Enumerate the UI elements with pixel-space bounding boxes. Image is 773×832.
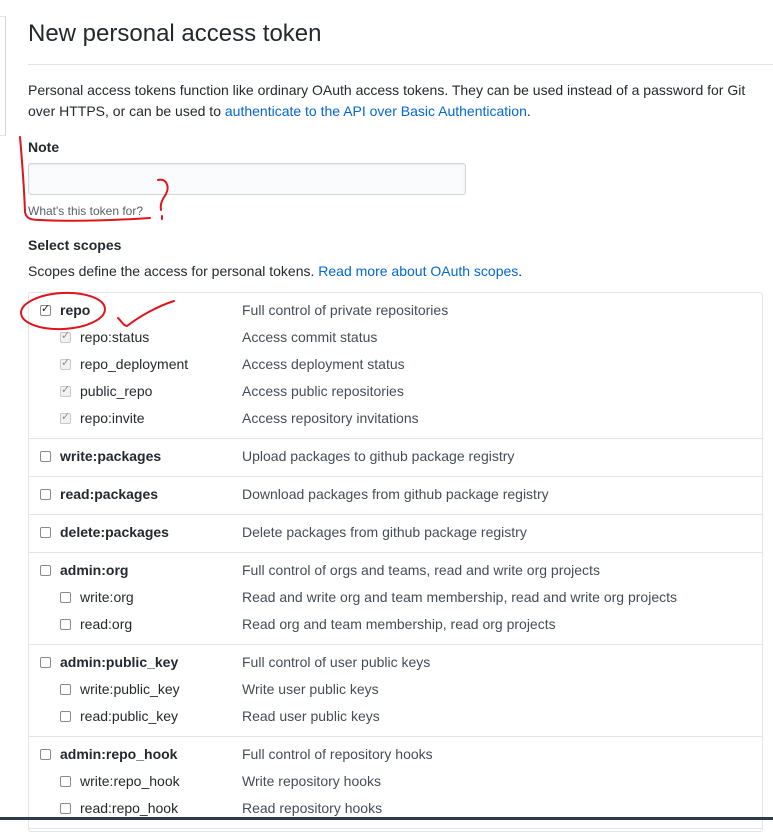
note-label: Note <box>28 139 60 155</box>
scope-group-delete-packages: delete:packages Delete packages from gith… <box>29 515 762 553</box>
settings-nav-edge <box>0 16 6 136</box>
scope-checkbox-read-repo-hook[interactable] <box>60 803 71 814</box>
scopes-description: Scopes define the access for personal to… <box>28 263 522 279</box>
scope-name[interactable]: repo <box>60 302 90 318</box>
scope-description: Delete packages from github package regi… <box>242 524 527 540</box>
scope-description: Full control of private repositories <box>242 302 449 318</box>
scope-subrow: write:repo_hook Write repository hooks <box>29 770 762 797</box>
scope-description: Full control of orgs and teams, read and… <box>242 562 600 578</box>
scope-checkbox-public-repo[interactable] <box>60 383 71 397</box>
title-divider <box>28 64 773 65</box>
scope-description: Access deployment status <box>242 356 405 372</box>
scope-name[interactable]: delete:packages <box>60 524 169 540</box>
scope-name[interactable]: read:public_key <box>80 708 178 724</box>
scope-description: Write user public keys <box>242 681 379 697</box>
scopes-list: repo Full control of private repositories… <box>28 292 763 832</box>
scope-description: Upload packages to github package regist… <box>242 448 515 464</box>
intro-end: . <box>526 103 531 119</box>
scope-group-read-packages: read:packages Download packages from gith… <box>29 477 762 515</box>
scope-name[interactable]: admin:org <box>60 562 128 578</box>
scopes-description-end: . <box>518 263 523 279</box>
page-title: New personal access token <box>28 20 322 47</box>
scope-description: Access commit status <box>242 329 378 345</box>
scope-checkbox-read-packages[interactable] <box>40 489 51 500</box>
scope-subrow: write:public_key Write user public keys <box>29 678 762 705</box>
scope-subrow: public_repo Access public repositories <box>29 380 762 407</box>
scope-name[interactable]: read:packages <box>60 486 158 502</box>
scope-description: Read repository hooks <box>242 800 383 816</box>
scope-name[interactable]: read:repo_hook <box>80 800 178 816</box>
scope-description: Access repository invitations <box>242 410 419 426</box>
scope-checkbox-read-public-key[interactable] <box>60 711 71 722</box>
scope-name[interactable]: admin:repo_hook <box>60 746 177 762</box>
scope-checkbox-write-repo-hook[interactable] <box>60 776 71 787</box>
scope-subrow: repo_deployment Access deployment status <box>29 353 762 380</box>
scope-group-admin-repo-hook: admin:repo_hook Full control of repositor… <box>29 737 762 829</box>
scope-description: Read org and team membership, read org p… <box>242 616 556 632</box>
intro-paragraph: Personal access tokens function like ord… <box>28 80 773 122</box>
scope-checkbox-admin-repo-hook[interactable] <box>40 749 51 760</box>
scope-checkbox-write-packages[interactable] <box>40 451 51 462</box>
scope-group-repo: repo Full control of private repositories… <box>29 293 762 439</box>
scope-row: delete:packages Delete packages from gith… <box>29 521 762 548</box>
scope-checkbox-repo[interactable] <box>40 302 51 316</box>
scope-name[interactable]: public_repo <box>80 383 152 399</box>
scope-checkbox-read-org[interactable] <box>60 619 71 630</box>
scope-name[interactable]: repo:status <box>80 329 149 345</box>
scope-description: Read and write org and team membership, … <box>242 589 677 605</box>
basic-auth-link[interactable]: authenticate to the API over Basic Authe… <box>225 103 527 119</box>
scope-description: Write repository hooks <box>242 773 382 789</box>
scope-description: Download packages from github package re… <box>242 486 549 502</box>
note-input[interactable] <box>28 163 466 195</box>
oauth-scopes-link[interactable]: Read more about OAuth scopes <box>318 263 518 279</box>
scope-name[interactable]: write:public_key <box>80 681 180 697</box>
scope-group-admin-org: admin:org Full control of orgs and teams,… <box>29 553 762 645</box>
scope-description: Full control of user public keys <box>242 654 431 670</box>
scope-checkbox-delete-packages[interactable] <box>40 527 51 538</box>
scope-name[interactable]: repo_deployment <box>80 356 188 372</box>
scope-checkbox-write-org[interactable] <box>60 592 71 603</box>
scope-description: Read user public keys <box>242 708 380 724</box>
scope-row: repo Full control of private repositories <box>29 299 762 326</box>
scope-name[interactable]: repo:invite <box>80 410 145 426</box>
note-hint: What's this token for? <box>28 204 144 218</box>
scope-checkbox-repo-invite[interactable] <box>60 410 71 424</box>
scope-description: Full control of repository hooks <box>242 746 433 762</box>
scope-row: read:packages Download packages from gith… <box>29 483 762 510</box>
scope-row: admin:org Full control of orgs and teams,… <box>29 559 762 586</box>
scope-subrow: repo:status Access commit status <box>29 326 762 353</box>
scope-group-write-packages: write:packages Upload packages to github … <box>29 439 762 477</box>
scope-subrow: repo:invite Access repository invitations <box>29 407 762 434</box>
scopes-description-text: Scopes define the access for personal to… <box>28 263 319 279</box>
scope-checkbox-repo-deployment[interactable] <box>60 356 71 370</box>
scope-name[interactable]: admin:public_key <box>60 654 178 670</box>
scope-subrow: read:public_key Read user public keys <box>29 705 762 732</box>
scope-checkbox-admin-org[interactable] <box>40 565 51 576</box>
scope-name[interactable]: write:org <box>80 589 134 605</box>
scope-checkbox-write-public-key[interactable] <box>60 684 71 695</box>
select-scopes-label: Select scopes <box>28 237 122 253</box>
scope-checkbox-admin-public-key[interactable] <box>40 657 51 668</box>
scope-row: admin:repo_hook Full control of repositor… <box>29 743 762 770</box>
scope-group-admin-public-key: admin:public_key Full control of user pub… <box>29 645 762 737</box>
scope-row: write:packages Upload packages to github … <box>29 445 762 472</box>
scope-name[interactable]: write:repo_hook <box>80 773 180 789</box>
scope-name[interactable]: read:org <box>80 616 132 632</box>
scope-row: admin:public_key Full control of user pub… <box>29 651 762 678</box>
scope-subrow: read:org Read org and team membership, re… <box>29 613 762 640</box>
scope-description: Access public repositories <box>242 383 404 399</box>
scope-name[interactable]: write:packages <box>60 448 161 464</box>
scope-subrow: write:org Read and write org and team mem… <box>29 586 762 613</box>
scope-checkbox-repo-status[interactable] <box>60 329 71 343</box>
